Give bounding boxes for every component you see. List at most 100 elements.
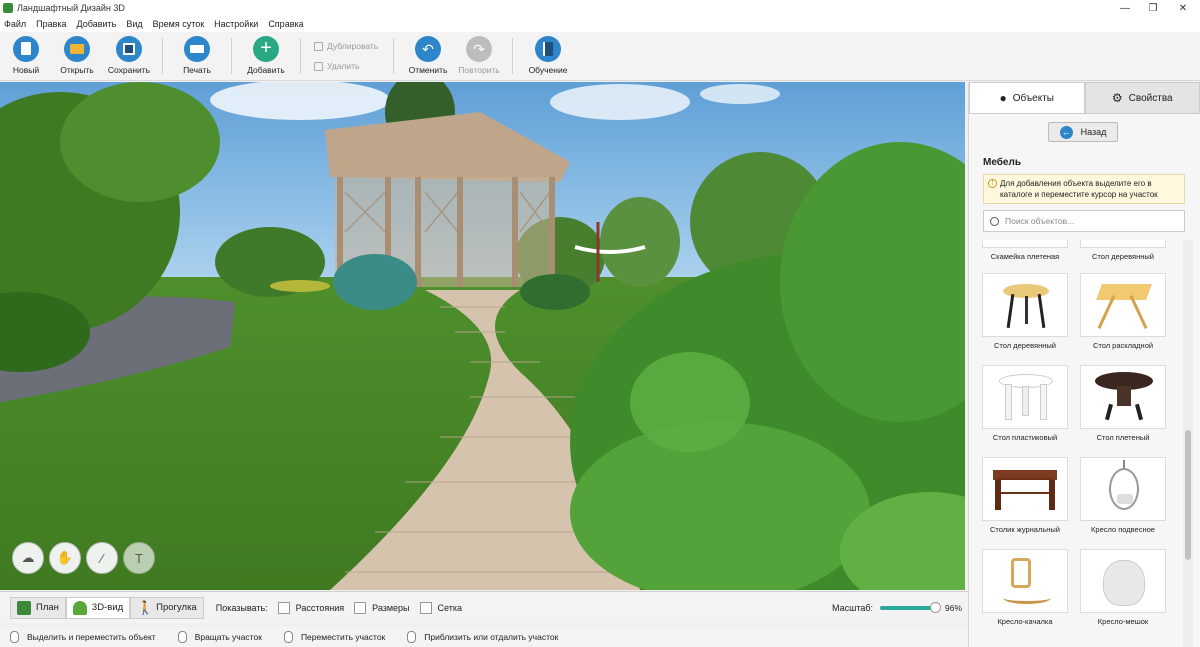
open-button[interactable]: Открыть	[52, 36, 102, 75]
duplicate-button[interactable]: Дублировать	[314, 41, 378, 51]
scale-slider-handle[interactable]	[930, 602, 941, 613]
status-rotate: Вращать участок	[177, 631, 262, 643]
status-zoom-text: Приблизить или отдалить участок	[424, 632, 559, 642]
text-tool-button[interactable]: T	[123, 542, 155, 574]
walk-button[interactable]: 🚶 Прогулка	[130, 596, 204, 619]
catalog-item[interactable]: Стол пластиковый	[981, 365, 1069, 442]
undo-button[interactable]: ↶ Отменить	[403, 36, 453, 75]
plan-view-button[interactable]: План	[10, 596, 66, 619]
window-title: Ландшафтный Дизайн 3D	[17, 3, 125, 13]
status-bar: Выделить и переместить объект Вращать уч…	[0, 627, 968, 647]
catalog-item[interactable]: Кресло-качалка	[981, 549, 1069, 626]
menu-file[interactable]: Файл	[4, 19, 26, 29]
minimize-button[interactable]: —	[1110, 0, 1140, 16]
status-select-text: Выделить и переместить объект	[27, 632, 156, 642]
toolbar-divider	[162, 38, 163, 74]
search-icon	[990, 216, 999, 226]
sizes-checkbox[interactable]: Размеры	[354, 601, 410, 614]
item-name: Кресло-качалка	[997, 617, 1053, 626]
tab-objects[interactable]: ● Объекты	[969, 82, 1085, 113]
item-name: Стол пластиковый	[992, 433, 1058, 442]
floppy-icon	[116, 36, 142, 62]
catalog-item[interactable]: Стол плетеный	[1079, 365, 1167, 442]
category-title: Мебель	[983, 157, 1021, 168]
pan-hand-button[interactable]: ✋	[49, 542, 81, 574]
3d-view-button[interactable]: 3D-вид	[65, 596, 131, 619]
menu-bar: Файл Правка Добавить Вид Время суток Нас…	[0, 16, 1200, 32]
measure-button[interactable]: ⁄	[86, 542, 118, 574]
sizes-label: Размеры	[372, 602, 410, 613]
catalog-item[interactable]: Стол деревянный	[1079, 240, 1167, 261]
checkbox-box	[354, 601, 367, 614]
catalog-item[interactable]: Скамейка плетеная	[981, 240, 1069, 261]
status-select: Выделить и переместить объект	[10, 631, 156, 643]
status-move-text: Переместить участок	[300, 632, 386, 642]
toolbar-divider	[300, 38, 301, 74]
scrollbar-thumb[interactable]	[1185, 430, 1191, 560]
scale-label: Масштаб:	[832, 602, 874, 613]
item-thumbnail	[1080, 365, 1166, 429]
new-file-icon	[13, 36, 39, 62]
item-thumbnail	[982, 365, 1068, 429]
walking-person-icon: 🚶	[137, 599, 154, 615]
garden-scene	[0, 82, 965, 590]
printer-icon	[184, 36, 210, 62]
menu-add[interactable]: Добавить	[77, 19, 117, 29]
gear-icon: ⚙	[1111, 91, 1123, 105]
maximize-button[interactable]: ❐	[1138, 0, 1168, 16]
print-button[interactable]: Печать	[172, 36, 222, 75]
tutorial-label: Обучение	[528, 65, 568, 75]
close-button[interactable]: ✕	[1168, 0, 1198, 16]
status-move: Переместить участок	[283, 631, 386, 643]
folder-icon	[64, 36, 90, 62]
3d-viewport[interactable]: ☁ ✋ ⁄ T	[0, 82, 965, 590]
tab-properties[interactable]: ⚙ Свойства	[1084, 82, 1200, 113]
menu-help[interactable]: Справка	[268, 19, 303, 29]
menu-time-of-day[interactable]: Время суток	[153, 19, 205, 29]
print-label: Печать	[183, 65, 211, 75]
objects-icon: ●	[999, 91, 1007, 105]
catalog-item[interactable]: Столик журнальный	[981, 457, 1069, 534]
menu-settings[interactable]: Настройки	[214, 19, 258, 29]
mouse-middle-icon	[283, 631, 293, 643]
tab-properties-label: Свойства	[1128, 92, 1173, 104]
save-button[interactable]: Сохранить	[104, 36, 154, 75]
menu-view[interactable]: Вид	[126, 19, 142, 29]
grid-checkbox[interactable]: Сетка	[419, 601, 462, 614]
item-thumbnail	[982, 240, 1068, 248]
search-input[interactable]: Поиск объектов...	[983, 210, 1185, 232]
catalog-item[interactable]: Стол деревянный	[981, 273, 1069, 350]
catalog-item[interactable]: Кресло подвесное	[1079, 457, 1167, 534]
back-arrow-icon: ←	[1059, 125, 1073, 139]
new-button[interactable]: Новый	[1, 36, 51, 75]
back-button[interactable]: ← Назад	[1048, 122, 1118, 142]
catalog-item[interactable]: Стол раскладной	[1079, 273, 1167, 350]
search-placeholder: Поиск объектов...	[1005, 216, 1075, 226]
rotate-view-button[interactable]: ☁	[12, 542, 44, 574]
save-label: Сохранить	[107, 65, 151, 75]
menu-edit[interactable]: Правка	[36, 19, 66, 29]
item-thumbnail	[1080, 549, 1166, 613]
duplicate-icon	[314, 41, 323, 51]
status-rotate-text: Вращать участок	[194, 632, 262, 642]
catalog-item[interactable]: Кресло-мешок	[1079, 549, 1167, 626]
distances-checkbox[interactable]: Расстояния	[277, 601, 345, 614]
checkbox-box	[277, 601, 290, 614]
toolbar-divider	[512, 38, 513, 74]
book-icon	[535, 36, 561, 62]
distances-label: Расстояния	[295, 602, 345, 613]
catalog-scrollbar[interactable]	[1183, 240, 1193, 647]
item-name: Кресло подвесное	[1091, 525, 1155, 534]
add-button[interactable]: + Добавить	[241, 36, 291, 75]
item-thumbnail	[982, 457, 1068, 521]
tab-objects-label: Объекты	[1012, 92, 1054, 104]
scale-slider[interactable]	[880, 602, 941, 613]
redo-button[interactable]: ↷ Повторить	[454, 36, 504, 75]
delete-button[interactable]: Удалить	[314, 61, 359, 71]
view-bar: План 3D-вид 🚶 Прогулка Показывать: Рассто…	[0, 591, 968, 623]
grid-label: Сетка	[437, 602, 462, 613]
catalog-list: Скамейка плетеная Стол деревянный Стол д…	[975, 240, 1180, 647]
hint-text: Для добавления объекта выделите его в ка…	[1000, 179, 1158, 199]
plan-icon	[17, 600, 31, 615]
tutorial-button[interactable]: Обучение	[523, 36, 573, 75]
